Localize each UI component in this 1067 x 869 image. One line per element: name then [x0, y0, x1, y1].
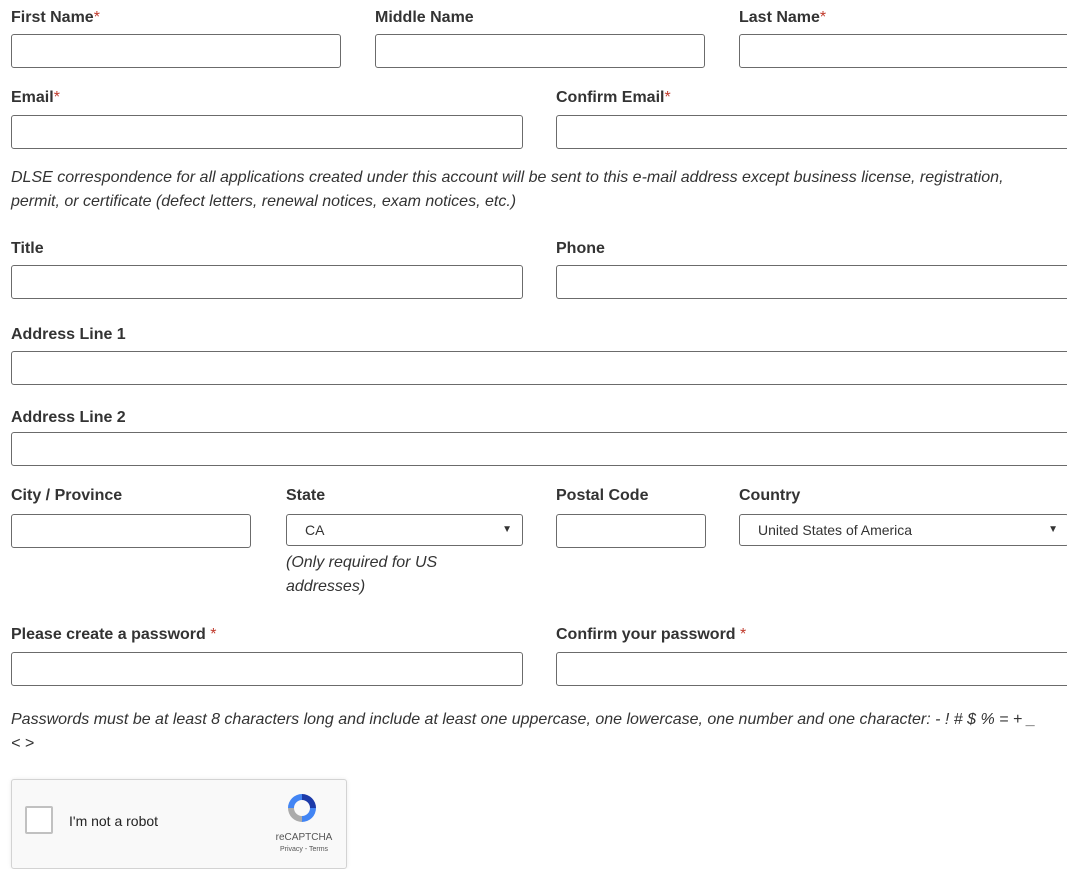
recaptcha-widget: I'm not a robot reCAPTCHA Privacy - Term…	[11, 779, 347, 869]
last-name-input[interactable]	[739, 34, 1067, 68]
address-line-2-input[interactable]	[11, 432, 1067, 466]
email-label: Email*	[11, 89, 60, 106]
password-note: Passwords must be at least 8 characters …	[11, 711, 1036, 752]
last-name-label: Last Name*	[739, 9, 827, 26]
email-input[interactable]	[11, 115, 523, 149]
required-marker: *	[93, 9, 100, 26]
first-name-label: First Name*	[11, 9, 100, 26]
address-line-1-label: Address Line 1	[11, 326, 126, 343]
dropdown-arrow-icon: ▼	[1048, 524, 1058, 535]
postal-code-input[interactable]	[556, 514, 706, 548]
recaptcha-logo-icon	[284, 790, 320, 826]
password-label: Please create a password *	[11, 626, 217, 643]
state-selected-value: CA	[305, 522, 325, 538]
city-label: City / Province	[11, 487, 123, 504]
title-input[interactable]	[11, 265, 523, 299]
not-a-robot-checkbox[interactable]	[25, 806, 53, 834]
middle-name-label: Middle Name	[375, 9, 474, 26]
country-select[interactable]: United States of America ▼	[739, 514, 1067, 546]
middle-name-input[interactable]	[375, 34, 705, 68]
city-input[interactable]	[11, 514, 251, 548]
address-line-1-input[interactable]	[11, 351, 1067, 385]
first-name-input[interactable]	[11, 34, 341, 68]
title-label: Title	[11, 240, 44, 257]
state-note: (Only required for US addresses)	[286, 554, 438, 595]
address-line-2-label: Address Line 2	[11, 409, 126, 426]
state-label: State	[286, 487, 326, 504]
recaptcha-brand: reCAPTCHA	[275, 832, 333, 843]
country-label: Country	[739, 487, 801, 504]
recaptcha-privacy-terms[interactable]: Privacy - Terms	[274, 846, 334, 853]
not-a-robot-label: I'm not a robot	[69, 813, 159, 829]
email-note: DLSE correspondence for all applications…	[11, 169, 1004, 210]
phone-input[interactable]	[556, 265, 1067, 299]
dropdown-arrow-icon: ▼	[502, 524, 512, 535]
confirm-password-input[interactable]	[556, 652, 1067, 686]
required-marker: *	[210, 626, 217, 643]
required-marker: *	[53, 89, 60, 106]
confirm-password-label: Confirm your password *	[556, 626, 747, 643]
country-selected-value: United States of America	[758, 522, 913, 538]
confirm-email-label: Confirm Email*	[556, 89, 671, 106]
password-input[interactable]	[11, 652, 523, 686]
required-marker: *	[664, 89, 671, 106]
required-marker: *	[819, 9, 827, 26]
phone-label: Phone	[556, 240, 605, 257]
confirm-email-input[interactable]	[556, 115, 1067, 149]
required-marker: *	[740, 626, 747, 643]
state-select[interactable]: CA ▼	[286, 514, 523, 546]
postal-code-label: Postal Code	[556, 487, 649, 504]
